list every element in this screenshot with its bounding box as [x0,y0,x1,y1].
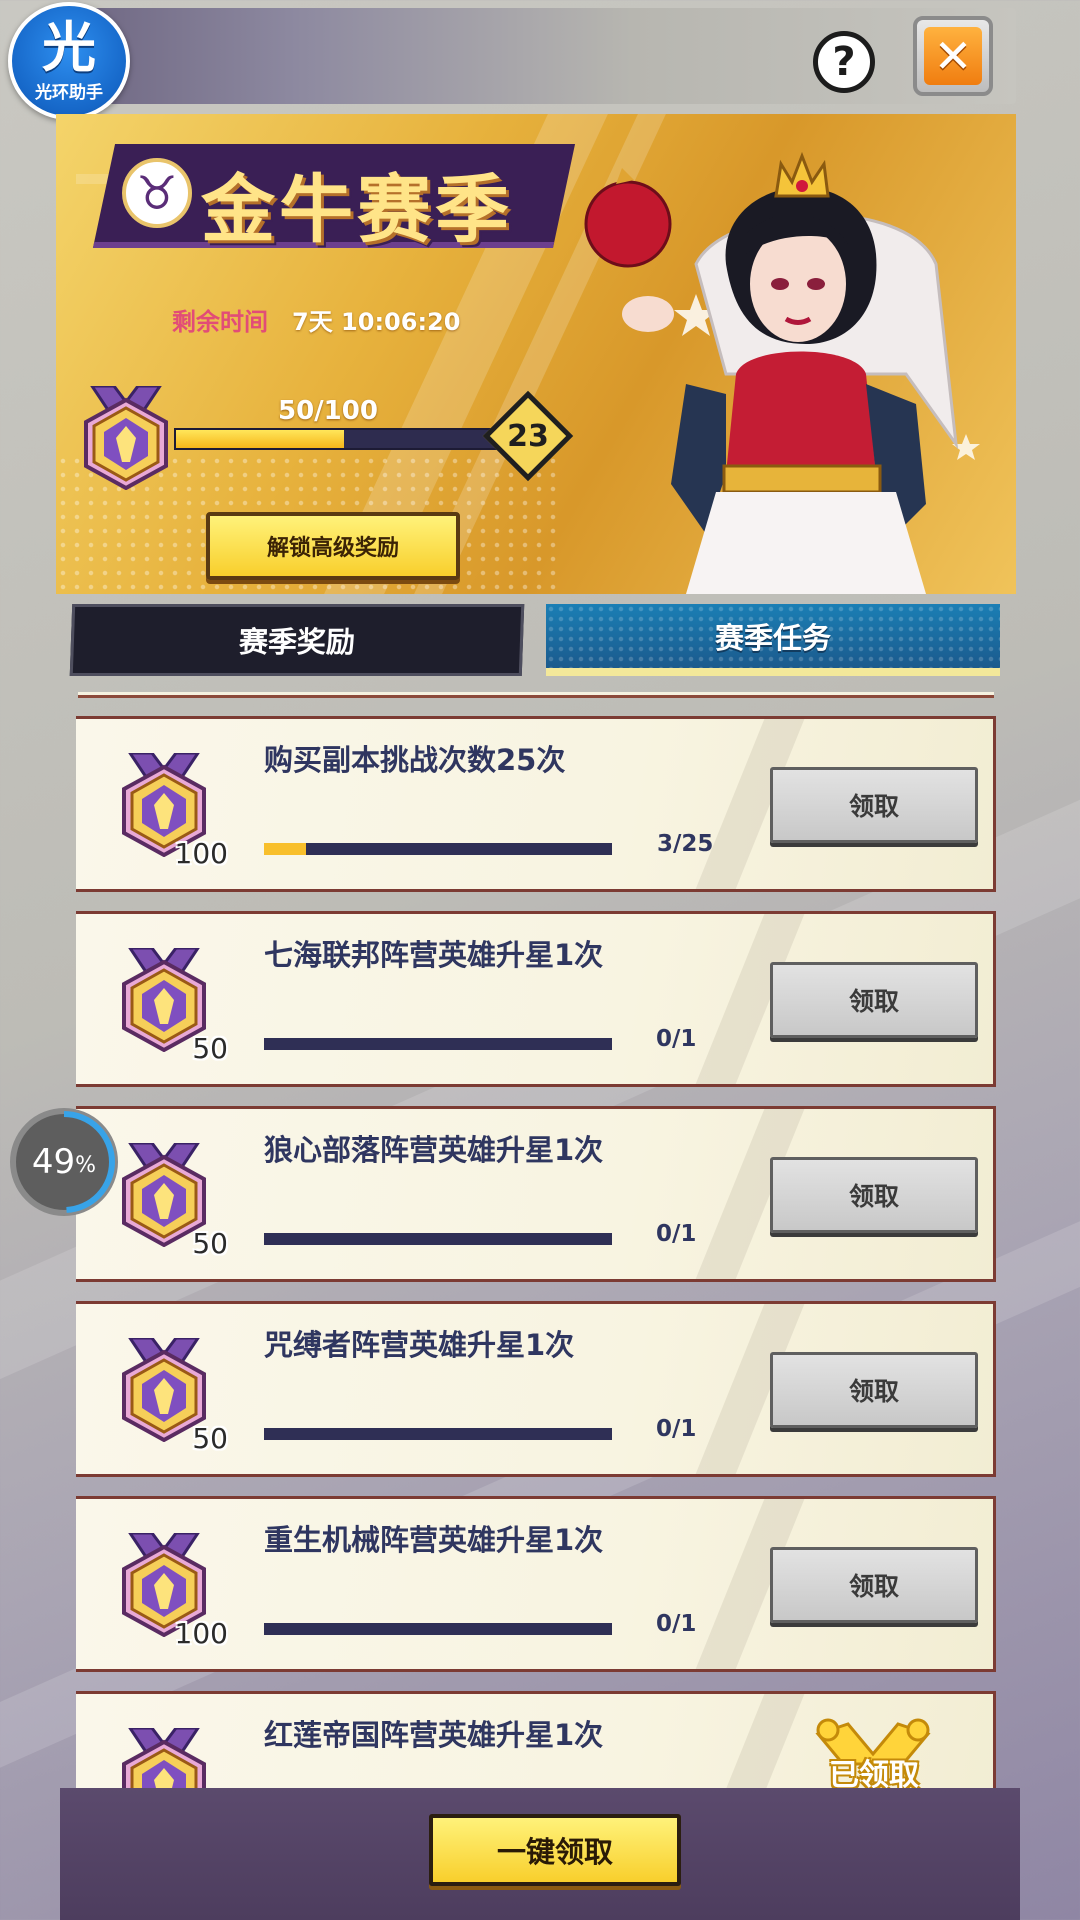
task-title: 购买副本挑战次数25次 [264,743,566,777]
task-title: 咒缚者阵营英雄升星1次 [264,1328,575,1362]
season-title: 金牛赛季 [201,167,513,253]
app-badge[interactable]: 光 光环助手 [8,2,130,120]
help-button[interactable]: ? [813,31,875,93]
task-reward-points: 100 [174,837,228,870]
task-list-top-edge [78,692,994,698]
claim-button[interactable]: 领取 [770,1547,978,1623]
season-xp-bar [174,428,514,450]
season-level-number: 23 [507,418,549,454]
task-title: 重生机械阵营英雄升星1次 [264,1523,604,1557]
season-xp-fill [176,430,344,448]
task-card: 50 咒缚者阵营英雄升星1次 0/1 领取 [76,1301,996,1477]
task-progress-fill [264,843,306,855]
task-progress-bar [264,1233,612,1245]
remaining-time-value: 7天 10:06:20 [292,308,461,336]
task-progress-bar [264,1623,612,1635]
season-medal-icon [84,386,168,490]
app-badge-name: 光环助手 [35,82,103,103]
progress-ring-widget[interactable]: 49 % [10,1108,118,1216]
claim-all-button[interactable]: 一键领取 [429,1814,681,1886]
task-reward-points: 50 [192,1422,228,1455]
taurus-icon: ♉ [122,158,192,228]
claim-button[interactable]: 领取 [770,1157,978,1233]
season-medal-icon [122,1728,206,1788]
claimed-label: 已领取 [829,1758,919,1788]
task-progress-count: 0/1 [656,1221,697,1247]
task-progress-count: 0/1 [656,1611,697,1637]
season-xp-text: 50/100 [278,396,378,426]
close-button[interactable]: ✕ [913,16,993,96]
task-card: 100 重生机械阵营英雄升星1次 0/1 领取 [76,1496,996,1672]
task-card: 红莲帝国阵营英雄升星1次已领取 [76,1691,996,1788]
queen-hero-illustration [584,151,980,594]
close-icon: ✕ [924,27,982,85]
question-icon: ? [832,39,856,85]
progress-ring-arc [13,1111,115,1213]
bottom-bar: 一键领取 [60,1788,1020,1920]
task-reward-points: 50 [192,1032,228,1065]
card-stripe [679,1694,813,1788]
task-title: 红莲帝国阵营英雄升星1次 [264,1718,604,1752]
season-banner: ♉ 金牛赛季 剩余时间 7天 10:06:20 50/100 23 解锁高级奖励 [56,114,1016,594]
tab-season-tasks[interactable]: 赛季任务 [546,604,1000,676]
task-progress-bar [264,843,612,855]
tab-season-rewards[interactable]: 赛季奖励 [69,604,525,676]
task-title: 狼心部落阵营英雄升星1次 [264,1133,604,1167]
task-reward-points: 50 [192,1227,228,1260]
task-progress-count: 0/1 [656,1416,697,1442]
app-badge-glyph: 光 [42,15,96,79]
claim-button[interactable]: 领取 [770,1352,978,1428]
claim-button[interactable]: 领取 [770,767,978,843]
task-reward-points: 100 [174,1617,228,1650]
task-progress-count: 0/1 [656,1026,697,1052]
task-title: 七海联邦阵营英雄升星1次 [264,938,604,972]
task-card: 100 购买副本挑战次数25次 3/25 领取 [76,716,996,892]
claim-button[interactable]: 领取 [770,962,978,1038]
task-progress-bar [264,1038,612,1050]
task-progress-bar [264,1428,612,1440]
task-list[interactable]: 100 购买副本挑战次数25次 3/25 领取 50 七海联邦阵营英雄升星1次 0/1 领取 5… [76,716,996,1788]
task-card: 50 狼心部落阵营英雄升星1次 0/1 领取 [76,1106,996,1282]
task-progress-count: 3/25 [657,831,714,857]
remaining-time-label: 剩余时间 [172,308,268,336]
unlock-premium-button[interactable]: 解锁高级奖励 [206,512,460,580]
task-card: 50 七海联邦阵营英雄升星1次 0/1 领取 [76,911,996,1087]
